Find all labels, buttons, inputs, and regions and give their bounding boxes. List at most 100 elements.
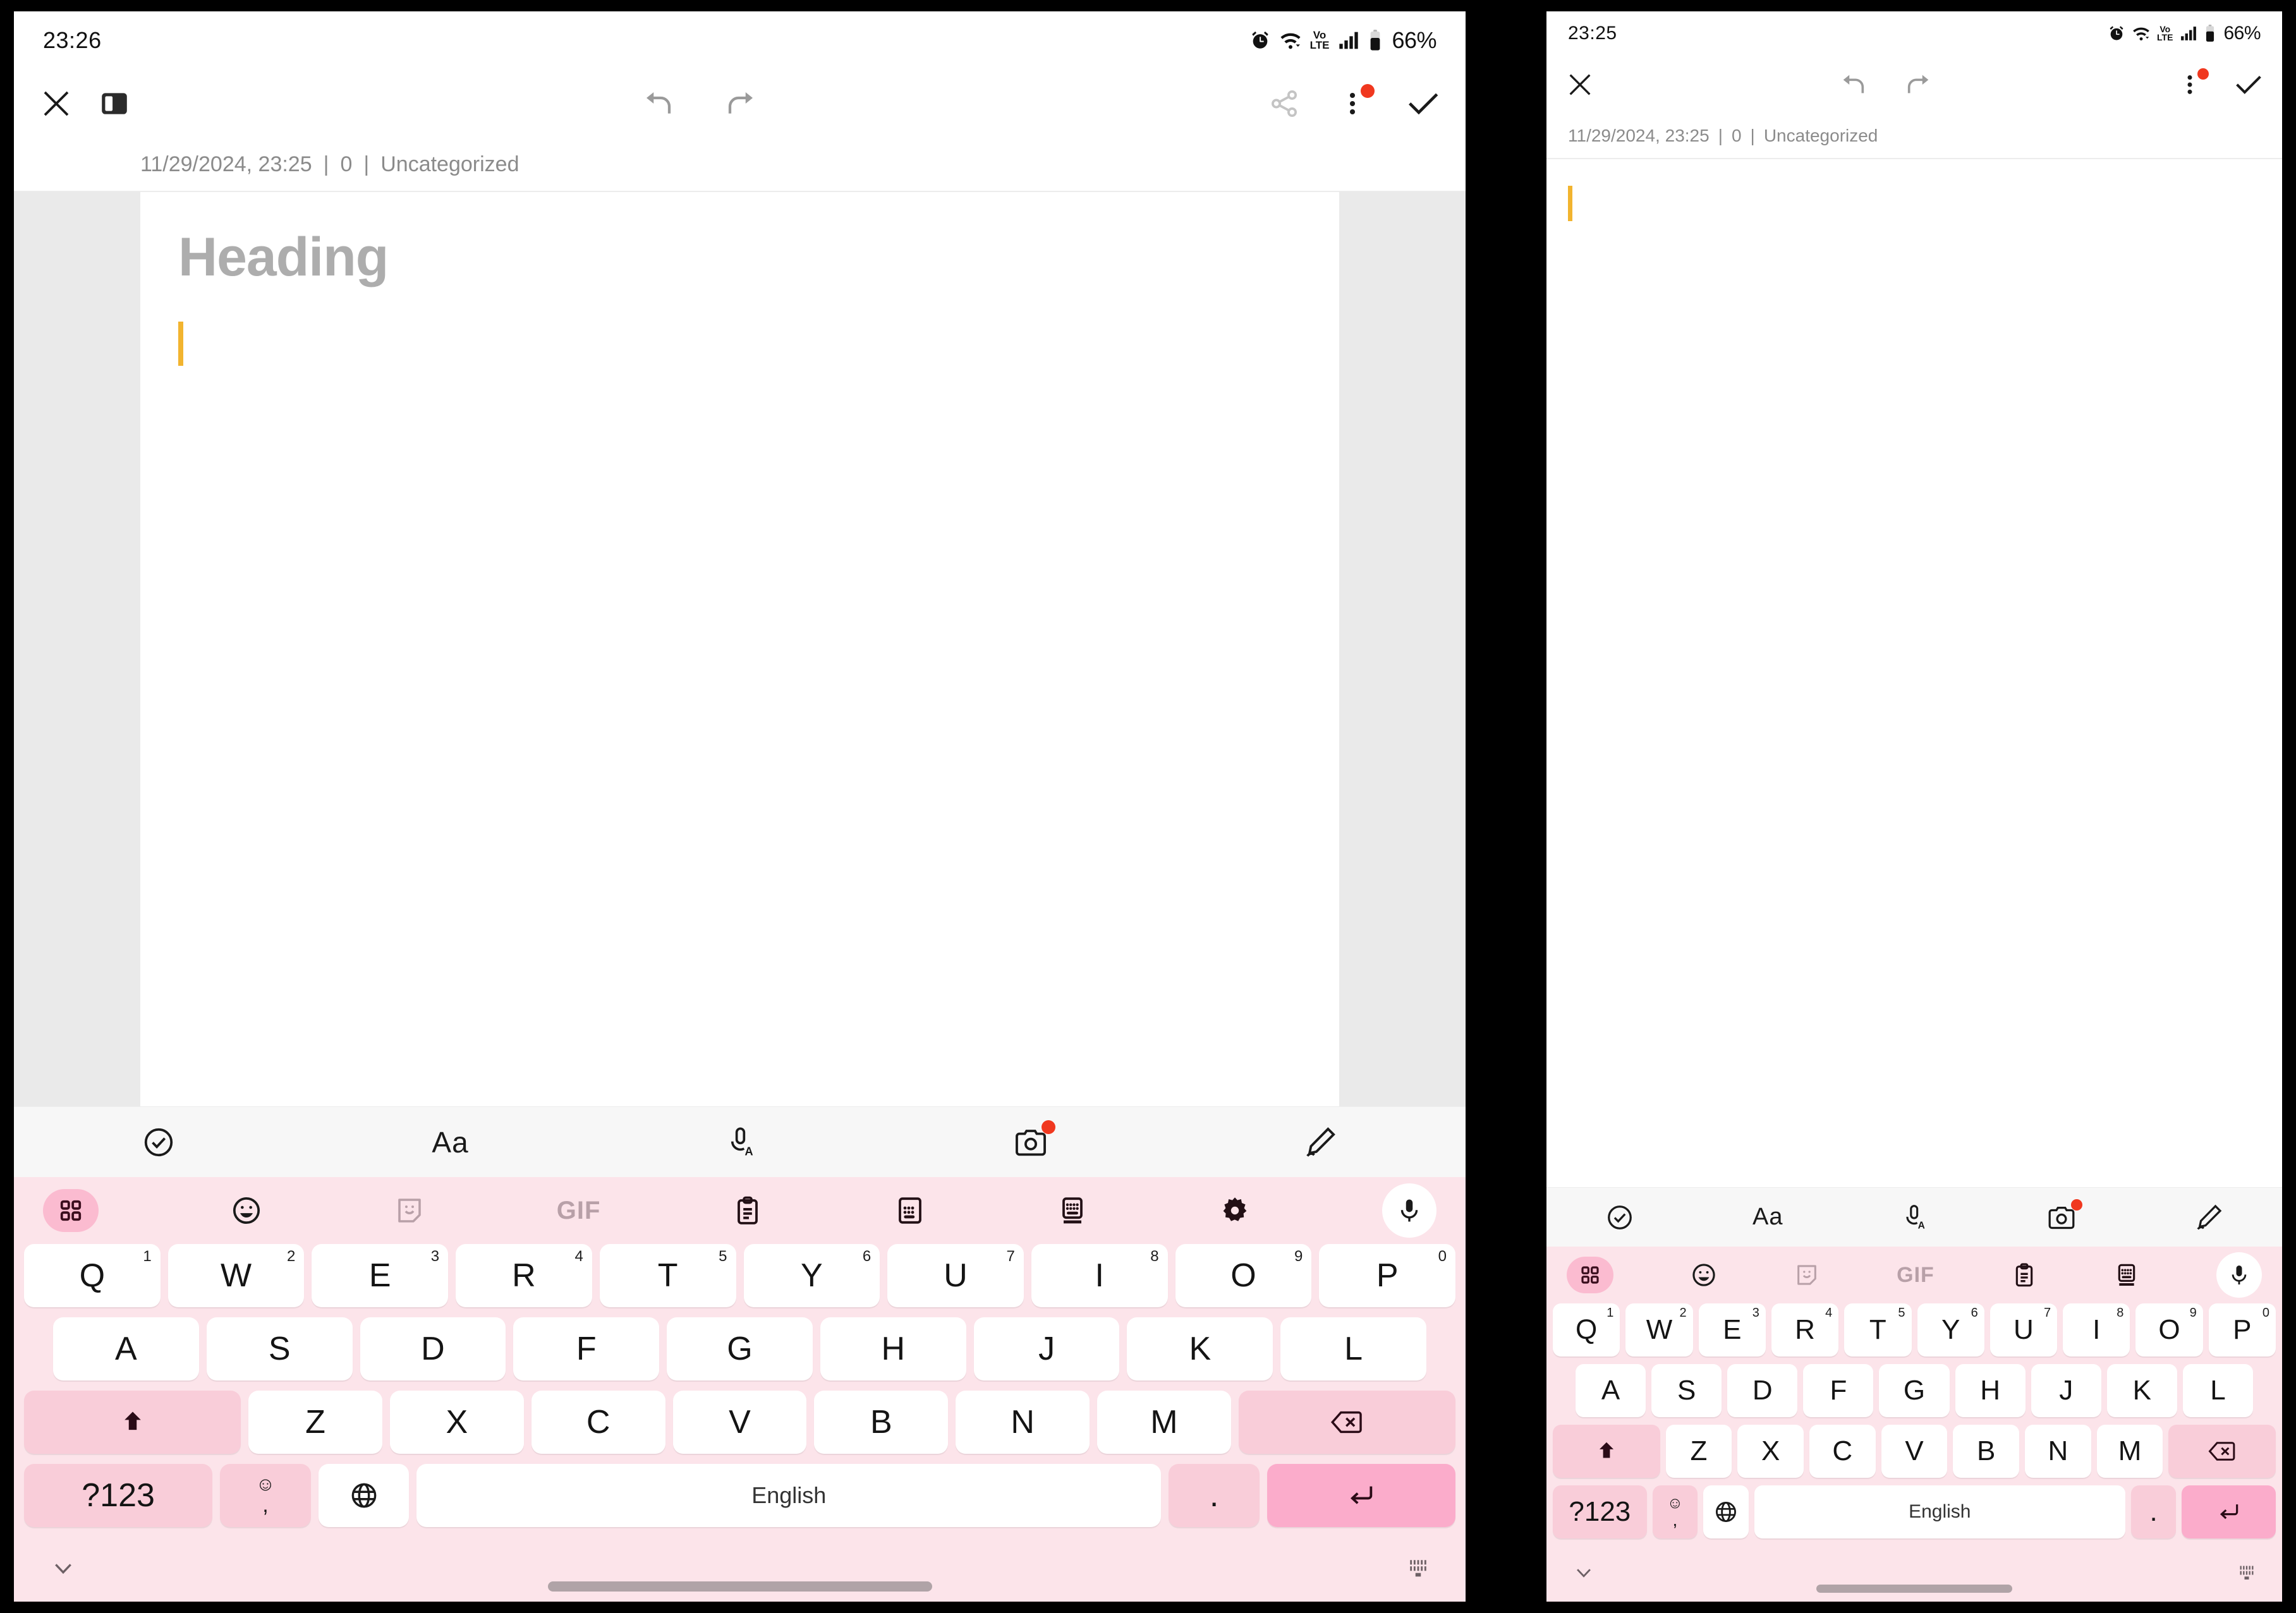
- gif-icon[interactable]: GIF: [557, 1197, 601, 1225]
- key-x[interactable]: X: [389, 1391, 524, 1454]
- close-icon[interactable]: [1565, 70, 1594, 99]
- text-format-icon[interactable]: Aa: [432, 1125, 468, 1159]
- virtual-keyboard[interactable]: GIF 1Q2W3E4R5T6Y7U8I9O0P ASDFGHJKL ZXCVB: [1546, 1247, 2282, 1602]
- clipboard-icon[interactable]: [2012, 1262, 2037, 1288]
- key-j[interactable]: J: [2031, 1364, 2101, 1417]
- gif-icon[interactable]: GIF: [1897, 1263, 1935, 1288]
- redo-icon[interactable]: [724, 87, 758, 121]
- key-m[interactable]: M: [1097, 1391, 1231, 1454]
- key-l[interactable]: L: [1280, 1317, 1427, 1380]
- key-y[interactable]: 6Y: [1917, 1303, 1984, 1356]
- note-editor[interactable]: Heading: [14, 192, 1466, 1106]
- key-r[interactable]: 4R: [456, 1244, 592, 1307]
- key-e[interactable]: 3E: [1698, 1303, 1766, 1356]
- emoji-icon[interactable]: [231, 1195, 262, 1226]
- keyboard-resize-icon[interactable]: [1407, 1557, 1429, 1579]
- key-b[interactable]: B: [1953, 1425, 2020, 1478]
- key-q[interactable]: 1Q: [1553, 1303, 1620, 1356]
- key-e[interactable]: 3E: [312, 1244, 449, 1307]
- key-u[interactable]: 7U: [887, 1244, 1024, 1307]
- key-h[interactable]: H: [820, 1317, 966, 1380]
- key-v[interactable]: V: [1881, 1425, 1948, 1478]
- editor-page[interactable]: Heading: [140, 192, 1339, 1106]
- shift-key[interactable]: [24, 1391, 241, 1454]
- redo-icon[interactable]: [1904, 70, 1933, 99]
- grid-menu-icon[interactable]: [1567, 1257, 1613, 1293]
- key-k[interactable]: K: [2106, 1364, 2177, 1417]
- enter-key[interactable]: [1266, 1464, 1455, 1527]
- key-s[interactable]: S: [206, 1317, 353, 1380]
- check-icon[interactable]: [1405, 86, 1440, 121]
- sticker-icon[interactable]: [1794, 1262, 1819, 1288]
- numeric-key[interactable]: ?123: [1553, 1485, 1647, 1538]
- key-m[interactable]: M: [2096, 1425, 2163, 1478]
- floating-keyboard-icon[interactable]: [1057, 1195, 1088, 1226]
- emoji-comma-key[interactable]: ☺ ,: [1652, 1485, 1698, 1538]
- virtual-keyboard[interactable]: GIF 1Q2W3E4R5T6Y7U8I9O0P A S D F G H J K…: [14, 1177, 1466, 1602]
- key-w[interactable]: 2W: [1625, 1303, 1693, 1356]
- period-key[interactable]: .: [1169, 1464, 1260, 1527]
- key-p[interactable]: 0P: [1319, 1244, 1456, 1307]
- numeric-key[interactable]: ?123: [24, 1464, 213, 1527]
- space-key[interactable]: English: [1754, 1485, 2125, 1538]
- chevron-down-icon[interactable]: [1573, 1562, 1594, 1583]
- key-f[interactable]: F: [513, 1317, 660, 1380]
- key-z[interactable]: Z: [1665, 1425, 1732, 1478]
- settings-gear-icon[interactable]: [1220, 1195, 1250, 1226]
- camera-icon[interactable]: [2047, 1199, 2082, 1232]
- key-t[interactable]: 5T: [1844, 1303, 1912, 1356]
- clipboard-icon[interactable]: [732, 1195, 763, 1226]
- key-i[interactable]: 8I: [1031, 1244, 1168, 1307]
- backspace-key[interactable]: [1238, 1391, 1455, 1454]
- key-d[interactable]: D: [1727, 1364, 1798, 1417]
- key-y[interactable]: 6Y: [743, 1244, 880, 1307]
- key-b[interactable]: B: [814, 1391, 949, 1454]
- heading-placeholder[interactable]: Heading: [178, 227, 1301, 287]
- key-k[interactable]: K: [1127, 1317, 1273, 1380]
- share-icon[interactable]: [1268, 88, 1300, 119]
- key-q[interactable]: 1Q: [23, 1244, 161, 1307]
- key-r[interactable]: 4R: [1771, 1303, 1839, 1356]
- grid-menu-icon[interactable]: [43, 1189, 99, 1232]
- split-keyboard-icon[interactable]: [895, 1195, 925, 1226]
- key-s[interactable]: S: [1651, 1364, 1722, 1417]
- keyboard-resize-icon[interactable]: [2238, 1564, 2256, 1581]
- period-key[interactable]: .: [2130, 1485, 2177, 1538]
- emoji-icon[interactable]: [1691, 1262, 1717, 1288]
- floating-keyboard-icon[interactable]: [2114, 1262, 2139, 1288]
- key-g[interactable]: G: [1879, 1364, 1950, 1417]
- more-vertical-icon[interactable]: [2177, 68, 2209, 97]
- key-w[interactable]: 2W: [167, 1244, 305, 1307]
- key-i[interactable]: 8I: [2063, 1303, 2130, 1356]
- draw-icon[interactable]: [2194, 1203, 2223, 1232]
- text-format-icon[interactable]: Aa: [1752, 1204, 1783, 1231]
- checkbox-circle-icon[interactable]: [1605, 1203, 1634, 1232]
- key-a[interactable]: A: [1576, 1364, 1646, 1417]
- sidebar-toggle-icon[interactable]: [99, 88, 130, 119]
- checkbox-circle-icon[interactable]: [142, 1125, 176, 1159]
- meta-category[interactable]: Uncategorized: [380, 152, 519, 177]
- key-x[interactable]: X: [1737, 1425, 1804, 1478]
- key-h[interactable]: H: [1955, 1364, 2026, 1417]
- key-c[interactable]: C: [531, 1391, 665, 1454]
- mic-icon[interactable]: [2216, 1252, 2262, 1298]
- key-j[interactable]: J: [973, 1317, 1120, 1380]
- key-t[interactable]: 5T: [599, 1244, 736, 1307]
- emoji-comma-key[interactable]: ☺ ,: [220, 1464, 311, 1527]
- key-l[interactable]: L: [2182, 1364, 2253, 1417]
- editor-page[interactable]: [1546, 159, 2282, 1187]
- undo-icon[interactable]: [1838, 70, 1868, 99]
- close-icon[interactable]: [39, 87, 73, 121]
- sticker-icon[interactable]: [394, 1195, 425, 1226]
- camera-icon[interactable]: [1014, 1120, 1055, 1159]
- key-o[interactable]: 9O: [2135, 1303, 2203, 1356]
- key-p[interactable]: 0P: [2208, 1303, 2276, 1356]
- check-icon[interactable]: [2233, 69, 2263, 100]
- globe-key[interactable]: [1703, 1485, 1749, 1538]
- draw-icon[interactable]: [1303, 1125, 1337, 1159]
- space-key[interactable]: English: [416, 1464, 1162, 1527]
- key-u[interactable]: 7U: [1989, 1303, 2058, 1356]
- voice-typing-icon[interactable]: A: [725, 1126, 758, 1159]
- enter-key[interactable]: [2182, 1485, 2276, 1538]
- voice-typing-icon[interactable]: A: [1901, 1204, 1929, 1231]
